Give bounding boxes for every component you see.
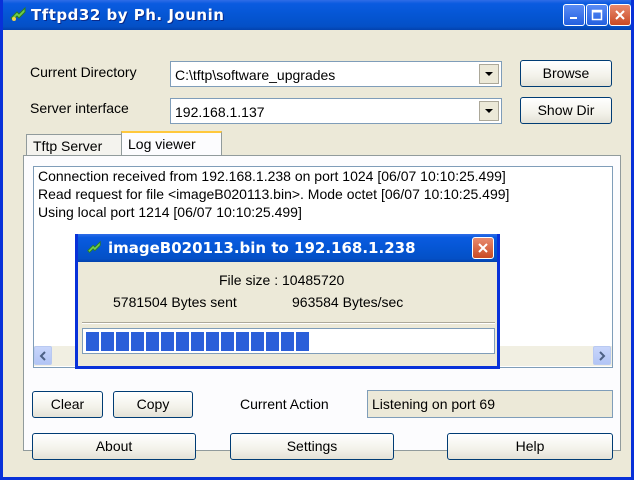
progress-segment (86, 332, 99, 351)
tab-label: Tftp Server (33, 138, 103, 154)
progress-segment (236, 332, 249, 351)
dialog-title-bar[interactable]: imageB020113.bin to 192.168.1.238 (78, 234, 497, 262)
close-icon (478, 243, 488, 253)
current-action-value: Listening on port 69 (372, 396, 495, 412)
tab-label: Log viewer (128, 136, 196, 152)
chevron-down-icon[interactable] (479, 101, 499, 121)
browse-button[interactable]: Browse (520, 60, 612, 87)
settings-label: Settings (286, 438, 338, 454)
transfer-progress-dialog: imageB020113.bin to 192.168.1.238 File s… (75, 234, 500, 369)
progress-segment (251, 332, 264, 351)
window-title: Tftpd32 by Ph. Jounin (31, 6, 225, 24)
close-icon (615, 10, 625, 20)
show-dir-label: Show Dir (537, 102, 595, 118)
dialog-close-button[interactable] (472, 237, 494, 259)
help-button[interactable]: Help (447, 433, 613, 460)
log-line: Connection received from 192.168.1.238 o… (38, 168, 506, 184)
chevron-down-icon[interactable] (479, 64, 499, 84)
about-button[interactable]: About (32, 433, 196, 460)
progress-segment (131, 332, 144, 351)
progress-segment (176, 332, 189, 351)
transfer-rate-text: 963584 Bytes/sec (292, 294, 404, 310)
progress-bar (82, 328, 495, 354)
server-interface-label: Server interface (30, 100, 129, 116)
progress-segment (221, 332, 234, 351)
show-dir-button[interactable]: Show Dir (520, 97, 612, 124)
maximize-icon (591, 9, 603, 21)
copy-label: Copy (136, 396, 170, 412)
scroll-right-button[interactable] (593, 346, 611, 365)
app-logo-icon (10, 6, 26, 21)
progress-segment (101, 332, 114, 351)
dialog-title: imageB020113.bin to 192.168.1.238 (108, 239, 416, 257)
progress-segment (116, 332, 129, 351)
clear-label: Clear (50, 396, 85, 412)
copy-button[interactable]: Copy (113, 391, 193, 418)
browse-label: Browse (542, 65, 590, 81)
main-window: Tftpd32 by Ph. Jounin Current Directory … (0, 0, 634, 480)
file-size-text: File size : 10485720 (219, 272, 345, 288)
settings-button[interactable]: Settings (230, 433, 394, 460)
maximize-button[interactable] (586, 4, 608, 26)
close-button[interactable] (609, 4, 631, 26)
server-interface-value: 192.168.1.137 (175, 104, 265, 120)
progress-segment (266, 332, 279, 351)
scroll-left-button[interactable] (34, 346, 52, 365)
progress-segment (206, 332, 219, 351)
help-label: Help (515, 438, 545, 454)
about-label: About (95, 438, 133, 454)
minimize-button[interactable] (563, 4, 585, 26)
clear-button[interactable]: Clear (32, 391, 103, 418)
tab-log-viewer[interactable]: Log viewer (121, 131, 222, 157)
current-directory-label: Current Directory (30, 64, 137, 80)
current-action-label: Current Action (240, 396, 329, 412)
log-line: Using local port 1214 [06/07 10:10:25.49… (38, 204, 302, 220)
chevron-right-icon (599, 350, 606, 361)
progress-segment (146, 332, 159, 351)
current-directory-value: C:\tftp\software_upgrades (175, 67, 336, 83)
progress-segment (161, 332, 174, 351)
current-directory-combo[interactable]: C:\tftp\software_upgrades (170, 61, 502, 87)
bytes-sent-text: 5781504 Bytes sent (113, 294, 237, 310)
minimize-icon (570, 17, 577, 19)
server-interface-combo[interactable]: 192.168.1.137 (170, 98, 502, 124)
dialog-divider (82, 322, 495, 324)
current-action-box: Listening on port 69 (367, 390, 613, 418)
title-bar[interactable]: Tftpd32 by Ph. Jounin (3, 0, 631, 30)
progress-segment (281, 332, 294, 351)
chevron-left-icon (39, 350, 46, 361)
progress-segment (296, 332, 309, 351)
log-line: Read request for file <imageB020113.bin>… (38, 186, 510, 202)
app-logo-icon (87, 240, 101, 254)
progress-segment (191, 332, 204, 351)
